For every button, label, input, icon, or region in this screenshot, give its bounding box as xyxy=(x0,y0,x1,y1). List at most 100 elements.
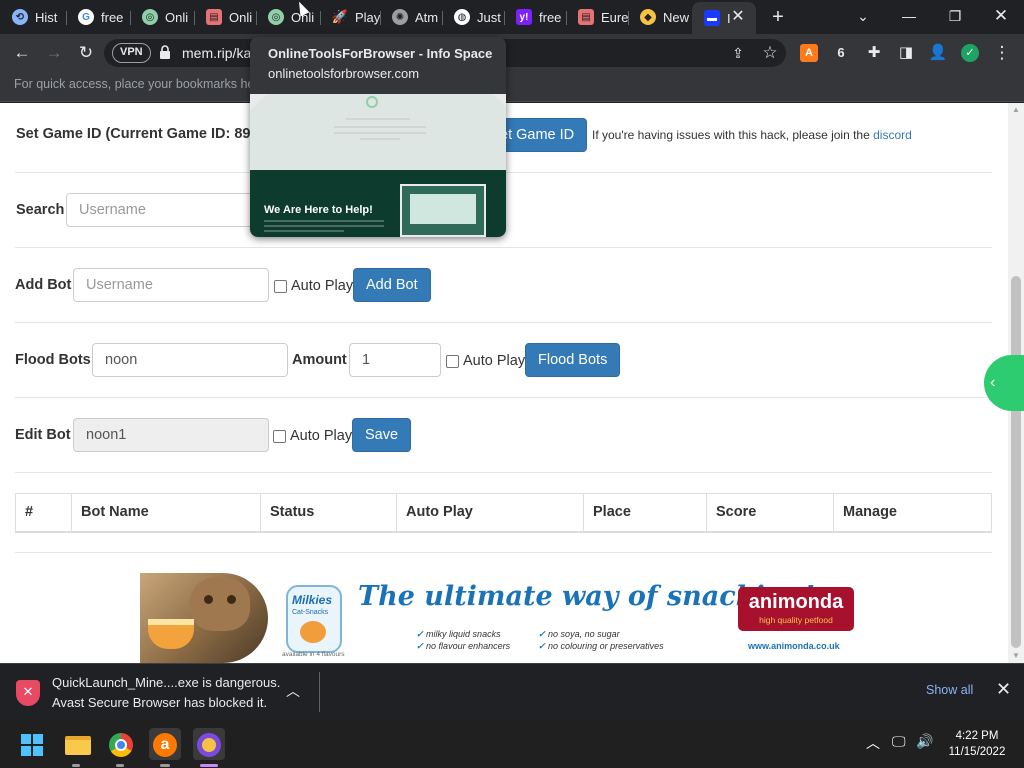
extension-6-icon[interactable]: 6 xyxy=(832,44,850,62)
tab-google[interactable]: G free xyxy=(66,4,130,30)
edit-autoplay-checkbox[interactable]: Auto Play xyxy=(273,428,352,444)
tab-new[interactable]: ◆ New xyxy=(628,4,690,30)
share-icon[interactable]: ⇪ xyxy=(726,41,750,65)
show-all-link[interactable]: Show all xyxy=(926,683,973,697)
bookmark-star-icon[interactable]: ☆ xyxy=(758,41,782,65)
app-indicator xyxy=(116,764,124,767)
store-icon: ▤ xyxy=(578,9,594,25)
system-clock[interactable]: 4:22 PM 11/15/2022 xyxy=(948,728,1006,760)
chrome-icon[interactable] xyxy=(109,733,133,757)
avast-antivirus-icon[interactable]: a xyxy=(153,733,177,757)
volume-icon[interactable]: 🔊 xyxy=(916,733,933,750)
tab-yahoo[interactable]: y! free xyxy=(504,4,566,30)
ad-site-url: www.animonda.co.uk xyxy=(748,641,840,651)
minimize-icon[interactable]: — xyxy=(894,4,924,28)
extension-a-icon[interactable]: A xyxy=(800,44,818,62)
scroll-thumb[interactable] xyxy=(1011,276,1021,648)
profile-icon[interactable]: 👤 xyxy=(926,41,950,65)
menu-kebab-icon[interactable]: ⋮ xyxy=(990,41,1014,65)
close-download-bar-icon[interactable]: ✕ xyxy=(996,679,1011,700)
chevron-up-icon[interactable]: ︿ xyxy=(286,681,300,701)
col-index: # xyxy=(15,493,72,533)
add-bot-button[interactable]: Add Bot xyxy=(353,268,431,302)
url-text[interactable]: mem.rip/ka xyxy=(182,45,251,61)
add-bot-username-input[interactable]: Username xyxy=(73,268,269,302)
add-bot-label: Add Bot xyxy=(15,277,72,293)
tab-history[interactable]: ⟲ Hist xyxy=(0,4,66,30)
back-icon[interactable]: ← xyxy=(10,41,34,65)
discord-link[interactable]: discord xyxy=(873,128,912,142)
scroll-down-icon[interactable]: ▼ xyxy=(1011,651,1021,661)
file-explorer-icon[interactable] xyxy=(65,736,91,755)
tab-label: free xyxy=(101,9,124,25)
close-window-icon[interactable]: ✕ xyxy=(986,4,1016,28)
vpn-badge[interactable]: VPN xyxy=(112,43,151,63)
globe-icon: ◍ xyxy=(454,9,470,25)
amount-input[interactable]: 1 xyxy=(349,343,441,377)
checkbox-box[interactable] xyxy=(273,429,286,443)
google-icon: G xyxy=(78,9,94,25)
side-panel-icon[interactable]: ◨ xyxy=(894,41,918,65)
avast-secure-browser-icon[interactable] xyxy=(197,733,221,757)
flood-name-input[interactable]: noon xyxy=(92,343,288,377)
app-indicator xyxy=(72,764,80,767)
tab-strip: ⟲ Hist G free ◎ Onli ▤ Onli ◎ Onli 🚀 Pla… xyxy=(0,0,1024,34)
tab-label: Atm xyxy=(415,9,439,25)
edit-bot-input[interactable]: noon1 xyxy=(73,418,269,452)
add-bot-autoplay-checkbox[interactable]: Auto Play xyxy=(274,278,353,294)
search-input[interactable]: Username xyxy=(66,193,266,227)
tray-overflow-chevron-icon[interactable]: ︿ xyxy=(866,733,880,753)
download-warning-title[interactable]: QuickLaunch_Mine....exe is dangerous. xyxy=(52,675,280,690)
tab-play[interactable]: 🚀 Play xyxy=(320,4,380,30)
new-tab-icon[interactable]: + xyxy=(766,5,790,29)
autoplay-label: Auto Play xyxy=(290,428,353,444)
flood-bots-button[interactable]: Flood Bots xyxy=(525,343,621,377)
close-tab-icon[interactable]: ✕ xyxy=(728,6,748,28)
network-icon[interactable]: 🖵 xyxy=(892,733,906,750)
snack-bowl xyxy=(148,619,194,649)
lock-icon[interactable] xyxy=(160,45,170,59)
col-score: Score xyxy=(706,493,834,533)
ad-product-sub: Cat-Snacks xyxy=(292,609,329,616)
tab-label: Just xyxy=(477,9,501,25)
restore-icon[interactable]: ❐ xyxy=(940,4,970,28)
tab-just[interactable]: ◍ Just xyxy=(442,4,504,30)
ad-availability: available in 4 flavours xyxy=(282,651,345,658)
onlinetools-icon: ◎ xyxy=(268,9,284,25)
tab-hover-card: OnlineToolsForBrowser - Info Space onlin… xyxy=(250,37,506,237)
tab-label: New xyxy=(663,9,690,25)
scroll-up-icon[interactable]: ▲ xyxy=(1011,105,1021,115)
bookmarks-bar: For quick access, place your bookmarks h… xyxy=(0,72,1024,102)
store-icon: ▤ xyxy=(206,9,222,25)
search-label: Search xyxy=(16,202,65,218)
checkbox-box[interactable] xyxy=(274,279,287,293)
tab-onlinetools-1[interactable]: ◎ Onli xyxy=(130,4,194,30)
edit-bot-row: Edit Bot noon1 Auto Play Save xyxy=(15,398,992,473)
tab-onlinetools-2[interactable]: ▤ Onli xyxy=(194,4,256,30)
danger-shield-icon: ✕ xyxy=(16,680,40,706)
extensions-puzzle-icon[interactable]: ✚ xyxy=(862,41,886,65)
download-warning-detail[interactable]: Avast Secure Browser has blocked it. xyxy=(52,695,267,710)
save-button[interactable]: Save xyxy=(352,418,412,452)
col-manage: Manage xyxy=(833,493,992,533)
hovercard-preview: We Are Here to Help! xyxy=(250,94,506,237)
ad-cat-photo xyxy=(140,573,268,663)
windows-start-icon[interactable] xyxy=(21,734,43,756)
tab-atmosphere[interactable]: ✺ Atm xyxy=(380,4,442,30)
checkbox-box[interactable] xyxy=(446,354,459,368)
preview-line xyxy=(346,118,410,120)
tab-search-chevron-icon[interactable]: ⌄ xyxy=(848,4,878,28)
security-check-icon[interactable]: ✓ xyxy=(961,44,979,62)
forward-icon[interactable]: → xyxy=(42,41,66,65)
hovercard-title: OnlineToolsForBrowser - Info Space xyxy=(268,46,493,61)
tab-eure[interactable]: ▤ Eure xyxy=(566,4,628,30)
reload-icon[interactable]: ↻ xyxy=(74,41,98,65)
ad-feature: no colouring or preservatives xyxy=(538,641,664,652)
preview-line xyxy=(264,225,384,227)
ad-banner[interactable]: Milkies Cat-Snacks available in 4 flavou… xyxy=(140,573,856,663)
flood-autoplay-checkbox[interactable]: Auto Play xyxy=(446,353,525,369)
cat-face xyxy=(190,577,250,631)
tab-onlinetools-3[interactable]: ◎ Onli xyxy=(256,4,320,30)
tab-label: free xyxy=(539,9,562,25)
ad-feature: milky liquid snacks xyxy=(416,629,501,640)
